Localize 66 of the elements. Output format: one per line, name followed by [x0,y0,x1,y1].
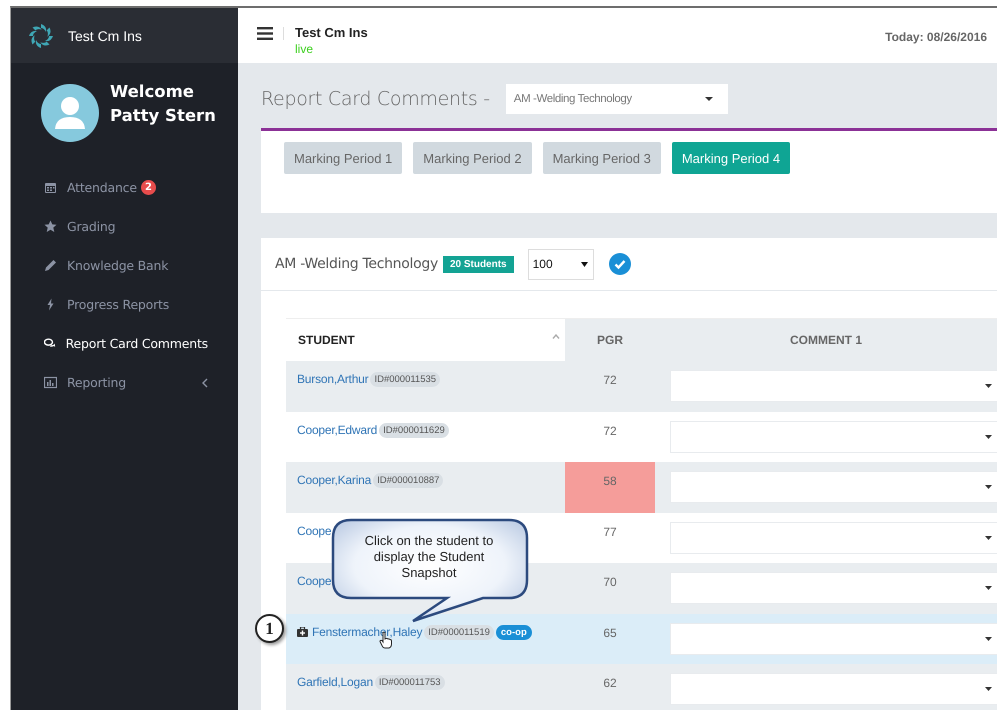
student-count-badge: 20 Students [442,256,514,272]
bar-chart-icon [44,376,57,389]
student-id: ID#000011629 [379,422,449,438]
student-id: ID#000011519 [424,624,494,640]
student-id: ID#000011535 [370,372,440,387]
welcome-text: Welcome [110,81,195,103]
page-size-dropdown[interactable]: 100 [528,248,594,280]
school-name: Test Cm Ins [295,25,368,40]
sort-caret-icon [552,334,560,338]
caret-down-icon [985,586,992,590]
speech-bubbles-icon [44,337,56,350]
grade-cell: 58 [565,462,655,512]
period-tab[interactable]: Marking Period 2 [413,142,532,174]
student-link[interactable]: Coope [297,524,332,538]
student-link[interactable]: Cooper,Edward [297,422,378,436]
grade-cell-text: 62 [602,675,618,692]
caret-down-icon [985,485,992,490]
nav-item[interactable]: Progress Reports [11,285,238,324]
date-text: Today: 08/26/2016 [885,30,987,44]
caret-down-icon [985,434,992,439]
nav-item[interactable]: Attendance 2 [11,168,238,207]
chevron-left-icon [202,378,208,388]
step-number: 1 [255,614,284,643]
avatar-icon [41,84,99,142]
calendar-icon [44,181,57,194]
page-title: Report Card Comments - [261,88,490,110]
callout-text: Click on the student to display the Student Snapshot [364,533,494,581]
checkmark-circle-icon[interactable] [608,253,631,275]
student-link[interactable]: Garfield,Logan [297,675,373,689]
column-header[interactable]: PGR [565,319,655,361]
period-tab[interactable]: Marking Period 1 [284,142,402,174]
nav-item[interactable]: Report Card Comments [11,324,238,363]
grade-cell-text: 72 [602,372,618,389]
status-text: live [295,42,314,56]
student-id: ID#000010887 [373,473,444,488]
count-badge: 2 [140,180,156,195]
nav-item[interactable]: Knowledge Bank [11,246,238,285]
star-icon [44,220,57,233]
user-name: Patty Stern [110,105,216,127]
grade-cell-text: 72 [602,422,618,440]
nav-item[interactable]: Grading [11,207,238,246]
grade-cell-text: 77 [602,524,618,540]
pencil-icon [44,259,57,272]
caret-down-icon [985,536,992,540]
app-name: Test Cm Ins [68,28,142,44]
caret-down-icon [985,687,992,692]
period-tab[interactable]: Marking Period 3 [542,142,661,174]
program-tag: co-op [496,624,532,640]
student-link[interactable]: Cooper,Karina [297,473,372,487]
grade-cell-text: 70 [602,574,618,591]
caret-down-icon [985,384,992,388]
column-header[interactable]: COMMENT 1 [655,319,997,361]
medkit-icon [297,626,308,636]
student-link[interactable]: Fenstermacher,Haley [312,624,422,638]
period-tab[interactable]: Marking Period 4 [672,142,790,174]
student-link[interactable]: Coope [297,574,332,588]
student-link[interactable]: Burson,Arthur [297,372,368,386]
caret-down-icon [704,97,713,101]
caret-down-icon [985,636,992,641]
course-name: AM -Welding Technology [275,256,438,272]
student-id: ID#000011753 [374,675,445,690]
grade-cell-text: 65 [602,624,618,642]
course-dropdown[interactable]: AM -Welding Technology [506,84,728,114]
menu-icon[interactable] [257,27,284,40]
nav-item[interactable]: Reporting [11,363,238,402]
caret-down-icon [580,262,588,266]
